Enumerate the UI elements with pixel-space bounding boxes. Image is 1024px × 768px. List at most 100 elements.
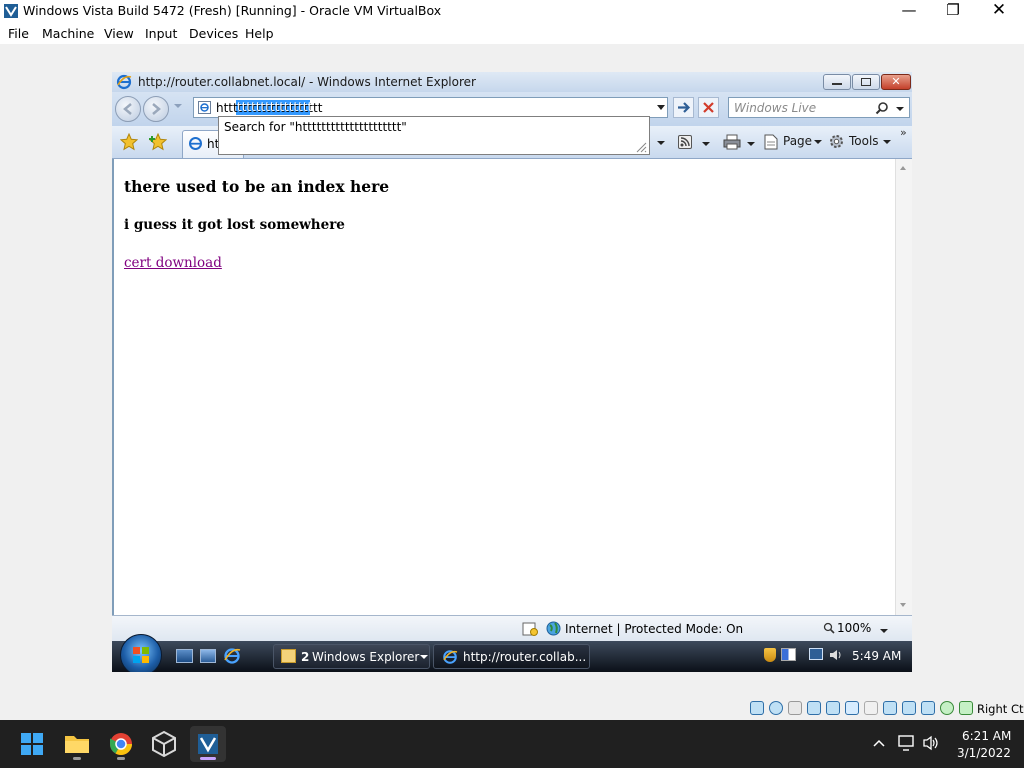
search-box[interactable] xyxy=(728,97,910,118)
vbox-statusbar: Right Ctrl xyxy=(0,697,1024,720)
ie-maximize-button[interactable] xyxy=(852,74,880,90)
minimize-button[interactable]: — xyxy=(886,0,932,22)
stop-button[interactable] xyxy=(698,97,719,118)
zoom-level[interactable]: 100% xyxy=(837,621,871,635)
close-button[interactable]: ✕ xyxy=(976,0,1022,22)
search-icon[interactable] xyxy=(875,101,889,115)
network-icon[interactable] xyxy=(809,648,823,660)
forward-button[interactable] xyxy=(143,96,169,122)
vbox-window-title: Windows Vista Build 5472 (Fresh) [Runnin… xyxy=(23,3,442,18)
display-icon[interactable] xyxy=(883,701,897,715)
page-menu-icon[interactable] xyxy=(763,134,779,150)
ie-statusbar: Internet | Protected Mode: On 100% xyxy=(112,615,912,641)
network-adapter-icon[interactable] xyxy=(826,701,840,715)
search-input[interactable] xyxy=(734,100,874,115)
network-status-icon[interactable] xyxy=(898,735,916,751)
menu-machine[interactable]: Machine xyxy=(42,26,94,41)
vista-start-orb[interactable] xyxy=(120,634,162,672)
resize-grip-icon[interactable] xyxy=(635,141,647,153)
taskbar-ie-window[interactable]: http://router.collab... xyxy=(433,644,590,669)
zoom-dropdown-icon[interactable] xyxy=(880,629,888,633)
host-date[interactable]: 3/1/2022 xyxy=(957,746,1011,760)
hdd-activity-icon[interactable] xyxy=(750,701,764,715)
page-content[interactable]: there used to be an index here i guess i… xyxy=(112,159,895,615)
scroll-down-icon[interactable] xyxy=(900,603,906,607)
host-key-label: Right Ctrl xyxy=(977,702,1024,716)
page-menu[interactable]: Page xyxy=(783,134,812,148)
page-heading: there used to be an index here xyxy=(124,177,390,196)
host-start-button[interactable] xyxy=(14,726,50,762)
menu-file[interactable]: File xyxy=(8,26,29,41)
shared-folders-icon[interactable] xyxy=(864,701,878,715)
taskbar-ie-icon xyxy=(442,649,458,665)
tools-menu-dropdown-icon[interactable] xyxy=(883,140,891,144)
vista-vm-window-icon[interactable] xyxy=(190,726,226,762)
menu-devices[interactable]: Devices xyxy=(189,26,238,41)
restore-button[interactable]: ❐ xyxy=(930,0,976,22)
favorites-star-icon[interactable] xyxy=(120,133,138,151)
volume-icon[interactable] xyxy=(828,647,844,663)
popup-blocker-icon[interactable] xyxy=(522,621,538,637)
menu-input[interactable]: Input xyxy=(145,26,177,41)
tools-menu[interactable]: Tools xyxy=(849,134,879,148)
go-button[interactable] xyxy=(673,97,694,118)
quicklaunch-ie-icon[interactable] xyxy=(223,647,241,665)
speaker-icon[interactable] xyxy=(922,735,940,751)
folder-icon xyxy=(281,649,296,663)
vertical-scrollbar[interactable] xyxy=(895,159,912,615)
virtualbox-manager-icon[interactable] xyxy=(146,726,182,762)
address-bar[interactable]: ttttttttttttttttt xyxy=(193,97,668,118)
tab-ie-icon xyxy=(188,136,203,151)
print-icon[interactable] xyxy=(723,134,741,150)
audio-icon[interactable] xyxy=(807,701,821,715)
virtualization-icon[interactable] xyxy=(921,701,935,715)
feeds-icon[interactable] xyxy=(678,135,692,149)
vista-taskbar: 2 Windows Explorer http://router.collab.… xyxy=(112,634,912,672)
ie-titlebar: http://router.collabnet.local/ - Windows… xyxy=(112,72,912,92)
optical-drive-icon[interactable] xyxy=(769,701,783,715)
vbox-menubar: File Machine View Input Devices Help xyxy=(0,22,1024,44)
host-time[interactable]: 6:21 AM xyxy=(962,729,1011,743)
ie-window-title: http://router.collabnet.local/ - Windows… xyxy=(138,75,476,89)
usb-icon[interactable] xyxy=(845,701,859,715)
cert-download-link[interactable]: cert download xyxy=(124,255,222,271)
windows-security-icon[interactable] xyxy=(764,648,776,662)
video-capture-icon[interactable] xyxy=(902,701,916,715)
menu-help[interactable]: Help xyxy=(245,26,274,41)
guest-screen[interactable]: http://router.collabnet.local/ - Windows… xyxy=(112,72,912,672)
tray-flag-icon[interactable] xyxy=(781,648,796,661)
autocomplete-search-suggestion[interactable]: Search for "httttttttttttttttttttt" xyxy=(224,120,407,134)
chrome-icon[interactable] xyxy=(103,726,139,762)
feeds-dropdown-icon[interactable] xyxy=(702,142,710,146)
ie-minimize-button[interactable] xyxy=(823,74,851,90)
taskbar-windows-explorer-group[interactable]: 2 Windows Explorer xyxy=(273,644,430,669)
print-dropdown-icon[interactable] xyxy=(747,142,755,146)
internet-globe-icon xyxy=(546,621,561,636)
switch-windows-icon[interactable] xyxy=(200,649,216,663)
scroll-up-icon[interactable] xyxy=(900,166,906,170)
page-menu-dropdown-icon[interactable] xyxy=(814,140,822,144)
security-zone-status[interactable]: Internet | Protected Mode: On xyxy=(565,622,743,636)
host-taskbar: 6:21 AM 3/1/2022 xyxy=(0,720,1024,768)
file-explorer-icon[interactable] xyxy=(59,726,95,762)
tools-gear-icon[interactable] xyxy=(828,133,845,150)
vbox-titlebar: Windows Vista Build 5472 (Fresh) [Runnin… xyxy=(0,0,1024,22)
vista-clock[interactable]: 5:49 AM xyxy=(852,649,901,663)
tray-overflow-chevron-icon[interactable] xyxy=(873,738,885,748)
menu-view[interactable]: View xyxy=(104,26,134,41)
address-autocomplete-dropdown[interactable]: Search for "httttttttttttttttttttt" xyxy=(218,116,650,155)
history-dropdown-icon[interactable] xyxy=(174,104,182,108)
add-favorites-icon[interactable] xyxy=(149,133,167,151)
back-button[interactable] xyxy=(115,96,141,122)
address-selected-text: ttttttttttttttttt xyxy=(237,100,311,114)
page-subheading: i guess it got lost somewhere xyxy=(124,217,345,233)
guest-additions-icon[interactable] xyxy=(940,701,954,715)
tab-list-dropdown-icon[interactable] xyxy=(657,141,665,145)
floppy-icon[interactable] xyxy=(788,701,802,715)
ie-close-button[interactable]: ✕ xyxy=(881,74,911,90)
command-overflow-icon[interactable]: » xyxy=(900,126,907,139)
address-dropdown-icon[interactable] xyxy=(657,105,665,110)
mouse-integration-icon[interactable] xyxy=(959,701,973,715)
search-options-icon[interactable] xyxy=(896,107,904,111)
show-desktop-icon[interactable] xyxy=(176,649,193,663)
